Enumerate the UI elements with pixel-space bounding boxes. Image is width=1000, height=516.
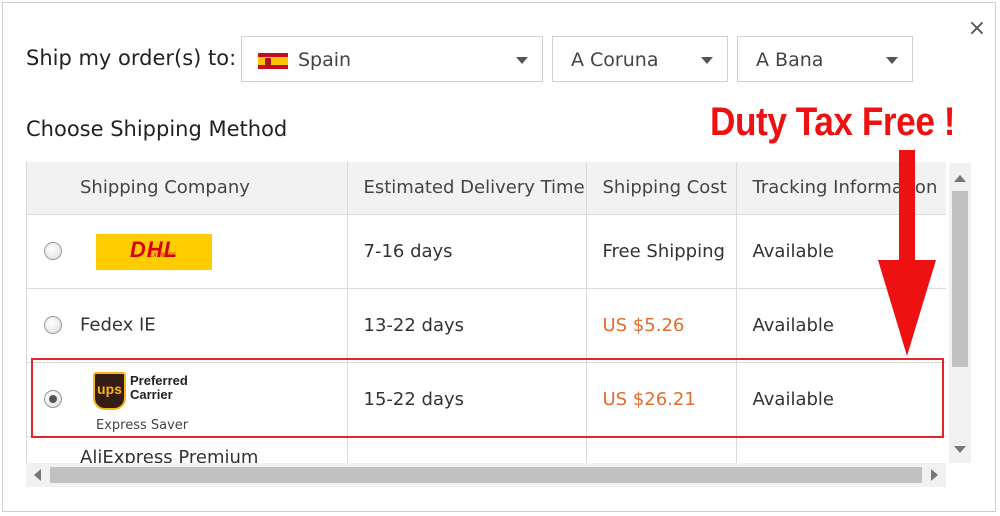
promo-banner: Duty Tax Free ! (710, 100, 956, 144)
city-value: A Bana (756, 49, 824, 71)
shipping-table-container: Shipping Company Estimated Delivery Time… (26, 162, 946, 466)
spain-flag-icon (258, 53, 288, 69)
province-value: A Coruna (571, 49, 659, 71)
vertical-scroll-thumb[interactable] (952, 191, 968, 367)
preferred-carrier-badge: Preferred Carrier (130, 372, 188, 402)
vertical-scrollbar[interactable] (949, 163, 971, 463)
section-title: Choose Shipping Method (26, 117, 288, 141)
delivery-cell: 15-22 days (347, 362, 587, 437)
tracking-cell: Available (736, 362, 946, 437)
scroll-right-icon[interactable] (931, 469, 938, 481)
delivery-cell (347, 436, 587, 466)
cost-cell: US $5.26 (586, 288, 737, 363)
chevron-down-icon (701, 57, 713, 64)
company-name: Fedex IE (80, 314, 156, 336)
company-cell: DHL EXPRESS (27, 214, 348, 289)
radio-ups[interactable] (44, 390, 62, 408)
chevron-down-icon (516, 57, 528, 64)
table-row[interactable]: ups Preferred Carrier Express Saver 15-22… (27, 362, 946, 437)
table-row[interactable]: DHL EXPRESS 7-16 days Free Shipping Avai… (27, 214, 946, 289)
horizontal-scrollbar[interactable] (26, 463, 946, 487)
scroll-left-icon[interactable] (34, 469, 41, 481)
delivery-cell: 13-22 days (347, 288, 587, 363)
ship-to-label: Ship my order(s) to: (26, 46, 237, 70)
radio-fedex[interactable] (44, 316, 62, 334)
header-delivery: Estimated Delivery Time (347, 162, 587, 215)
tracking-cell (736, 436, 946, 466)
company-cell: AliExpress Premium (27, 436, 348, 466)
close-icon[interactable]: × (965, 17, 989, 41)
country-value: Spain (298, 49, 352, 71)
table-row[interactable]: AliExpress Premium (27, 436, 946, 466)
table-row[interactable]: Fedex IE 13-22 days US $5.26 Available (27, 288, 946, 363)
cost-cell: Free Shipping (586, 214, 737, 289)
company-cell: ups Preferred Carrier Express Saver (27, 362, 348, 437)
radio-dhl[interactable] (44, 242, 62, 260)
red-arrow-down-icon (878, 150, 936, 356)
country-select[interactable]: Spain (241, 36, 543, 82)
cost-cell (586, 436, 737, 466)
service-name: Express Saver (96, 417, 189, 433)
scroll-up-icon[interactable] (954, 175, 966, 182)
cost-cell: US $26.21 (586, 362, 737, 437)
shipping-methods-table: Shipping Company Estimated Delivery Time… (27, 162, 946, 466)
header-company: Shipping Company (27, 162, 348, 215)
horizontal-scroll-thumb[interactable] (50, 467, 922, 483)
scroll-down-icon[interactable] (954, 446, 966, 453)
chevron-down-icon (886, 57, 898, 64)
dhl-logo-icon: DHL EXPRESS (96, 233, 212, 270)
table-header-row: Shipping Company Estimated Delivery Time… (27, 162, 946, 215)
city-select[interactable]: A Bana (737, 36, 913, 82)
company-cell: Fedex IE (27, 288, 348, 363)
header-cost: Shipping Cost (586, 162, 737, 215)
delivery-cell: 7-16 days (347, 214, 587, 289)
ups-logo-icon: ups (93, 371, 126, 410)
province-select[interactable]: A Coruna (552, 36, 728, 82)
